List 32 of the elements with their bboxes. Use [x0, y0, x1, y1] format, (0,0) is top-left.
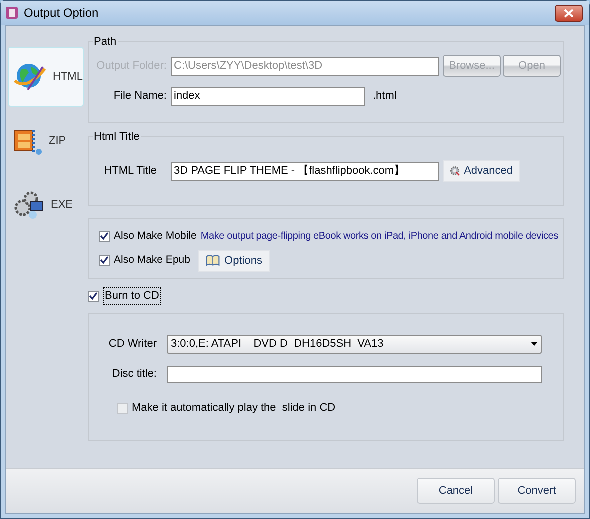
app-icon	[5, 6, 19, 20]
input-field[interactable]	[167, 366, 542, 382]
field-label: File Name:	[112, 88, 167, 104]
checkbox-label: Also Make Epub	[114, 252, 190, 268]
book-icon	[206, 254, 221, 268]
globe-icon	[13, 61, 47, 93]
checkbox[interactable]	[88, 290, 99, 302]
checkbox-label: Also Make Mobile	[114, 229, 197, 244]
checkbox-label: Burn to CD	[103, 286, 162, 306]
footer-button[interactable]: Convert	[498, 478, 576, 504]
footer-button[interactable]: Cancel	[417, 478, 495, 504]
file-extension: .html	[373, 88, 397, 104]
window-title: Output Option	[24, 5, 100, 22]
checkbox[interactable]	[99, 255, 110, 266]
sidebar-tab[interactable]: EXE	[8, 175, 84, 235]
sidebar-tab[interactable]: ZIP	[8, 111, 84, 171]
input-field[interactable]: 3D PAGE FLIP THEME - 【flashflipbook.com】	[171, 162, 439, 180]
dropdown[interactable]: 3:0:0,E: ATAPI DVD D DH16D5SH VA13	[167, 334, 542, 354]
options-button[interactable]: Options	[198, 250, 270, 272]
close-button[interactable]	[555, 4, 583, 22]
dropdown-arrow-icon	[531, 342, 538, 346]
checkbox[interactable]	[99, 231, 110, 242]
field-label: CD Writer	[108, 336, 157, 352]
description-text: Make output page-flipping eBook works on iPad, iPhone and Android mobile devices	[200, 230, 558, 244]
field-label: Disc title:	[111, 366, 157, 382]
input-field[interactable]: index	[171, 86, 365, 106]
gears-icon	[13, 190, 45, 220]
close-icon	[564, 8, 574, 18]
checkbox-label: Make it automatically play the slide in CD	[132, 401, 336, 416]
advanced-button[interactable]: Advanced	[443, 160, 520, 182]
field-label: HTML Title	[103, 164, 157, 179]
sidebar-tab[interactable]: HTML	[8, 47, 84, 107]
